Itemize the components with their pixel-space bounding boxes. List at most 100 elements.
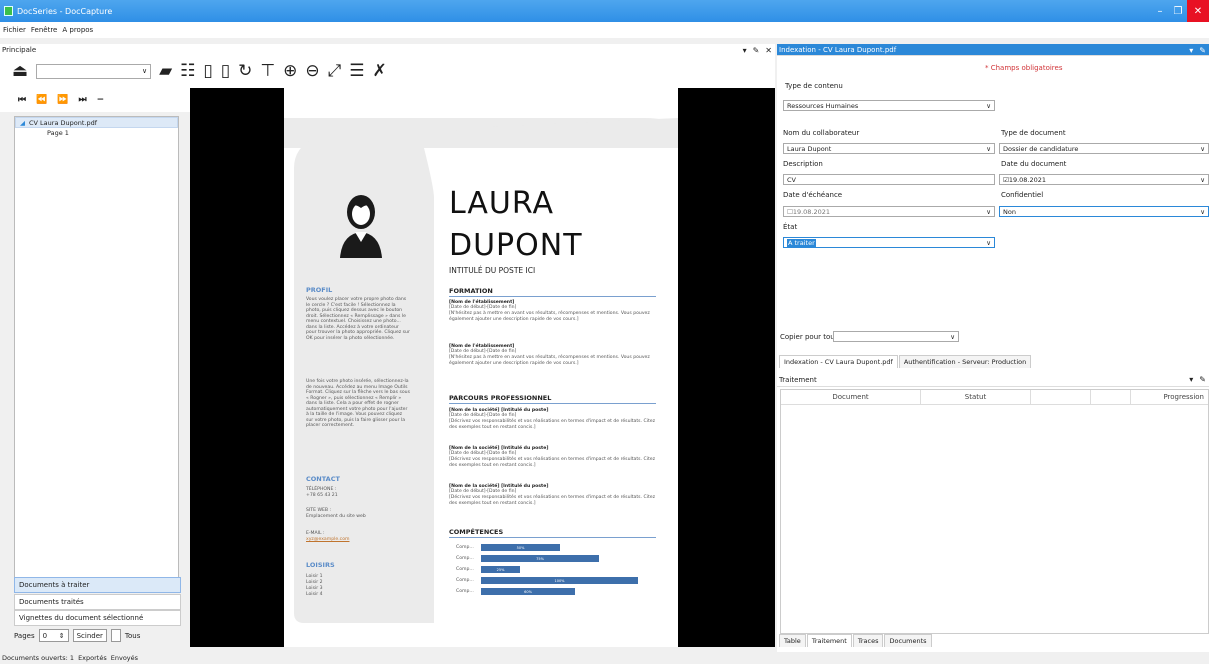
tab-indexation[interactable]: Indexation - CV Laura Dupont.pdf <box>779 355 898 368</box>
scanner-icon[interactable]: ⏏ <box>12 62 28 80</box>
content-type-select[interactable]: Ressources Humaines ∨ <box>783 100 995 111</box>
documents-icon[interactable]: ▯ <box>221 62 230 80</box>
document-icon[interactable]: ▯ <box>203 62 212 80</box>
indexation-panel: Indexation - CV Laura Dupont.pdf ▾ ✎ * Ch… <box>777 44 1209 652</box>
job-dates: [Date de début]-[Date de fin] <box>449 489 517 494</box>
web-value: Emplacement du site web <box>306 514 366 519</box>
main-toolbar: ⏏ ∨ ▰ ☷ ▯ ▯ ↻ ⊤ ⊕ ⊖ ⤢ ☰ ✗ <box>0 54 775 88</box>
skill-bar: 50% <box>481 544 560 551</box>
documents-a-traiter-button[interactable]: Documents à traiter <box>14 577 181 593</box>
tab-documents[interactable]: Documents <box>884 634 932 647</box>
due-label: Date d'échéance <box>783 191 843 199</box>
cv-last-name: DUPONT <box>449 228 583 263</box>
maximize-button[interactable]: ❐ <box>1169 0 1187 22</box>
traitement-header: Traitement ▾ ✎ <box>777 373 1209 387</box>
skill-bar: 100% <box>481 577 638 584</box>
copy-select[interactable]: ∨ <box>833 331 959 342</box>
title-bar: DocSeries - DocCapture – ❐ ✕ <box>0 0 1209 22</box>
scinder-button[interactable]: Scinder <box>72 629 107 642</box>
doctype-select[interactable]: Dossier de candidature ∨ <box>999 143 1209 154</box>
skill-label: Comp... <box>456 578 474 583</box>
tab-table[interactable]: Table <box>779 634 806 647</box>
next-page-icon[interactable]: ⏩ <box>57 95 68 105</box>
window-title: DocSeries - DocCapture <box>17 6 113 16</box>
date-field[interactable]: ☑19.08.2021 ∨ <box>999 174 1209 185</box>
collab-select[interactable]: Laura Dupont ∨ <box>783 143 995 154</box>
col-document[interactable]: Document <box>781 390 921 404</box>
status-envoyes[interactable]: Envoyés <box>111 654 138 662</box>
desc-label: Description <box>783 160 823 168</box>
menu-fenetre[interactable]: Fenêtre <box>31 26 57 34</box>
pin-icon[interactable]: ✎ <box>1199 375 1206 384</box>
col-empty[interactable] <box>1031 390 1091 404</box>
dropdown-icon[interactable]: ▾ <box>1189 375 1193 384</box>
cv-background-shape <box>284 118 678 628</box>
indexation-title: Indexation - CV Laura Dupont.pdf <box>779 45 897 54</box>
cv-page: LAURA DUPONT INTITULÉ DU POSTE ICI PROFI… <box>284 88 678 647</box>
page-navigation: ⏮ ⏪ ⏩ ⏭ − <box>0 88 190 112</box>
due-field[interactable]: ☐19.08.2021 ∨ <box>783 206 995 217</box>
profil-heading: PROFIL <box>306 286 333 294</box>
skill-bar: 75% <box>481 555 599 562</box>
principale-title: Principale <box>2 45 37 54</box>
text-icon[interactable]: ⊤ <box>260 62 275 80</box>
loisirs-heading: LOISIRS <box>306 561 335 569</box>
tab-traitement[interactable]: Traitement <box>806 634 852 647</box>
list-icon[interactable]: ☰ <box>349 62 364 80</box>
col-empty[interactable] <box>1091 390 1131 404</box>
col-progression[interactable]: Progression <box>1131 390 1208 404</box>
skill-bar: 25% <box>481 566 520 573</box>
first-page-icon[interactable]: ⏮ <box>18 95 26 105</box>
minimize-button[interactable]: – <box>1151 0 1169 22</box>
desc-input[interactable]: CV <box>783 174 995 185</box>
conf-select[interactable]: Non ∨ <box>999 206 1209 217</box>
skill-label: Comp... <box>456 567 474 572</box>
profil-text: Vous voulez placer votre propre photo da… <box>306 297 410 341</box>
zoom-out-icon[interactable]: ⊖ <box>305 62 319 80</box>
list-settings-icon[interactable]: ☷ <box>180 62 195 80</box>
tools-icon[interactable]: ✗ <box>373 62 387 80</box>
status-exportes[interactable]: Exportés <box>78 654 107 662</box>
fit-icon[interactable]: ⤢ <box>328 62 342 80</box>
copy-label: Copier pour tous <box>780 333 839 341</box>
indexation-header: Indexation - CV Laura Dupont.pdf ▾ ✎ <box>777 44 1209 56</box>
prev-page-icon[interactable]: ⏪ <box>36 95 47 105</box>
tous-checkbox[interactable] <box>110 629 121 642</box>
menu-apropos[interactable]: A propos <box>62 26 93 34</box>
remove-icon[interactable]: − <box>97 95 105 105</box>
menu-fichier[interactable]: Fichier <box>3 26 26 34</box>
job-dates: [Date de début]-[Date de fin] <box>449 413 517 418</box>
last-page-icon[interactable]: ⏭ <box>79 95 87 105</box>
documents-traites-button[interactable]: Documents traités <box>14 594 181 610</box>
scanner-select[interactable]: ∨ <box>36 63 152 79</box>
job-desc: [Décrivez vos responsabilités et vos réa… <box>449 457 656 468</box>
table-header: Document Statut Progression <box>781 390 1208 405</box>
state-select[interactable]: A traiter ∨ <box>783 237 995 248</box>
close-button[interactable]: ✕ <box>1187 0 1209 22</box>
vignettes-button[interactable]: Vignettes du document sélectionné <box>14 610 181 626</box>
traitement-title: Traitement <box>779 375 817 384</box>
document-tree: ◢ CV Laura Dupont.pdf Page 1 <box>14 116 179 578</box>
profil-text-2: Une fois votre photo insérée, sélectionn… <box>306 379 410 428</box>
dropdown-icon[interactable]: ▾ <box>1189 46 1193 55</box>
hobby-item: Loisir 2 <box>306 580 323 585</box>
tree-item-document[interactable]: ◢ CV Laura Dupont.pdf <box>15 117 178 128</box>
col-statut[interactable]: Statut <box>921 390 1031 404</box>
formation-heading: FORMATION <box>449 287 493 295</box>
tab-traces[interactable]: Traces <box>852 634 884 647</box>
zoom-in-icon[interactable]: ⊕ <box>283 62 297 80</box>
status-open-docs[interactable]: Documents ouverts: 1 <box>2 654 74 662</box>
job-desc: [Décrivez vos responsabilités et vos réa… <box>449 495 656 506</box>
rotate-icon[interactable]: ↻ <box>238 62 252 80</box>
doctype-label: Type de document <box>1001 129 1066 137</box>
email-link[interactable]: xyz@example.com <box>306 537 350 543</box>
cv-job-title: INTITULÉ DU POSTE ICI <box>449 266 536 275</box>
pages-stepper[interactable]: 0 ⇕ <box>38 629 69 642</box>
tab-authentification[interactable]: Authentification - Serveur: Production <box>898 355 1032 368</box>
tree-item-page[interactable]: Page 1 <box>15 128 178 138</box>
tous-label: Tous <box>124 631 141 640</box>
skill-label: Comp... <box>456 545 474 550</box>
skill-bar: 60% <box>481 588 575 595</box>
pin-icon[interactable]: ✎ <box>1199 46 1206 55</box>
open-folder-icon[interactable]: ▰ <box>159 62 172 80</box>
